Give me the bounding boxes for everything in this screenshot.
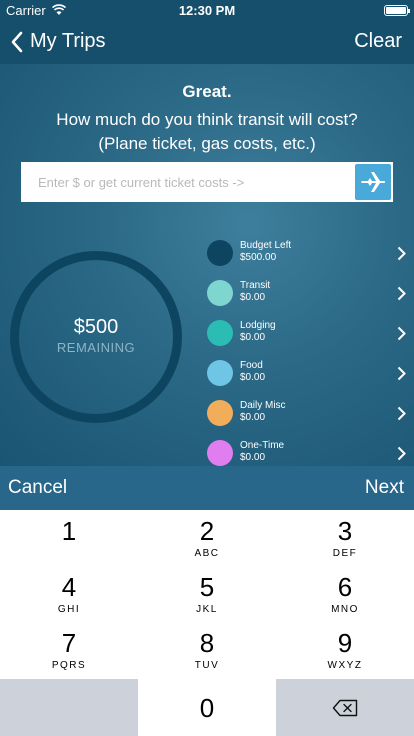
category-daily-misc[interactable]: Daily Misc $0.00 [205, 394, 414, 434]
chevron-right-icon [397, 326, 406, 341]
category-amount: $0.00 [240, 332, 266, 343]
key-digit: 7 [61, 628, 77, 658]
key-7[interactable]: 7 PQRS [0, 622, 138, 678]
back-button-label: My Trips [30, 30, 106, 52]
key-3[interactable]: 3 DEF [276, 510, 414, 566]
key-digit: 5 [199, 572, 215, 602]
key-2[interactable]: 2 ABC [138, 510, 276, 566]
category-name: Budget Left [240, 240, 292, 251]
cancel-button[interactable]: Cancel [8, 477, 67, 499]
key-digit: 1 [61, 516, 77, 546]
key-letters: PQRS [51, 660, 87, 671]
key-letters: DEF [332, 548, 358, 559]
clear-button[interactable]: Clear [354, 30, 402, 53]
category-transit[interactable]: Transit $0.00 [205, 274, 414, 314]
key-digit: 6 [337, 572, 353, 602]
category-color-dot [207, 280, 233, 306]
key-letters: JKL [196, 604, 218, 615]
prompt-question: How much do you think transit will cost? [56, 110, 358, 129]
category-list: Budget Left $500.00 Transit $0.00 Lodgin… [205, 234, 414, 474]
next-button[interactable]: Next [365, 477, 404, 499]
key-6[interactable]: 6 MNO [276, 566, 414, 622]
keyboard-action-bar: Cancel Next [0, 466, 414, 510]
chevron-right-icon [397, 446, 406, 461]
prompt-greeting: Great. [182, 82, 232, 101]
key-digit: 3 [337, 516, 353, 546]
get-ticket-costs-button[interactable] [355, 164, 391, 200]
prompt: Great. How much do you think transit wil… [0, 82, 414, 156]
airplane-icon [361, 172, 386, 192]
budget-ring: $500 REMAINING [10, 251, 182, 423]
chevron-right-icon [397, 366, 406, 381]
status-bar: Carrier 12:30 PM [0, 0, 414, 22]
chevron-right-icon [397, 406, 406, 421]
category-color-dot [207, 320, 233, 346]
category-name: Transit [240, 280, 271, 291]
back-button[interactable]: My Trips [10, 30, 106, 53]
key-digit: 0 [199, 693, 215, 723]
key-digit: 2 [199, 516, 215, 546]
category-color-dot [207, 240, 233, 266]
budget-amount: $500 [73, 316, 119, 338]
category-amount: $0.00 [240, 372, 266, 383]
key-letters: TUV [194, 660, 220, 671]
delete-key[interactable] [276, 679, 414, 736]
category-amount: $500.00 [240, 252, 277, 263]
battery-icon [384, 5, 410, 16]
key-blank [0, 679, 138, 736]
category-lodging[interactable]: Lodging $0.00 [205, 314, 414, 354]
chevron-right-icon [397, 246, 406, 261]
key-digit: 8 [199, 628, 215, 658]
transit-cost-field [21, 162, 393, 202]
numeric-keypad: 1 2 ABC 3 DEF 4 GHI 5 JKL 6 MNO 7 PQRS 8… [0, 510, 414, 736]
category-color-dot [207, 440, 233, 466]
category-color-dot [207, 400, 233, 426]
category-amount: $0.00 [240, 412, 266, 423]
category-name: Daily Misc [240, 400, 286, 411]
key-digit: 4 [61, 572, 77, 602]
key-1[interactable]: 1 [0, 510, 138, 566]
chevron-left-icon [11, 31, 23, 52]
status-time: 12:30 PM [178, 3, 236, 18]
category-name: Lodging [240, 320, 276, 331]
key-letters: WXYZ [327, 660, 363, 671]
category-amount: $0.00 [240, 292, 266, 303]
navigation-bar: My Trips Clear [0, 22, 414, 64]
budget-main-panel: Great. How much do you think transit wil… [0, 64, 414, 466]
key-letters: ABC [194, 548, 220, 559]
key-9[interactable]: 9 WXYZ [276, 622, 414, 678]
key-8[interactable]: 8 TUV [138, 622, 276, 678]
key-letters: GHI [57, 604, 81, 615]
key-4[interactable]: 4 GHI [0, 566, 138, 622]
category-amount: $0.00 [240, 452, 266, 463]
prompt-hint: (Plane ticket, gas costs, etc.) [98, 134, 316, 153]
key-digit: 9 [337, 628, 353, 658]
category-name: One-Time [240, 440, 285, 451]
category-color-dot [207, 360, 233, 386]
budget-remaining-label: REMAINING [56, 340, 136, 355]
category-food[interactable]: Food $0.00 [205, 354, 414, 394]
category-name: Food [240, 360, 263, 371]
transit-cost-input[interactable] [21, 162, 355, 202]
category-budget-left[interactable]: Budget Left $500.00 [205, 234, 414, 274]
backspace-icon [332, 699, 358, 717]
key-5[interactable]: 5 JKL [138, 566, 276, 622]
chevron-right-icon [397, 286, 406, 301]
key-letters: MNO [331, 604, 359, 615]
key-0[interactable]: 0 [138, 679, 276, 736]
